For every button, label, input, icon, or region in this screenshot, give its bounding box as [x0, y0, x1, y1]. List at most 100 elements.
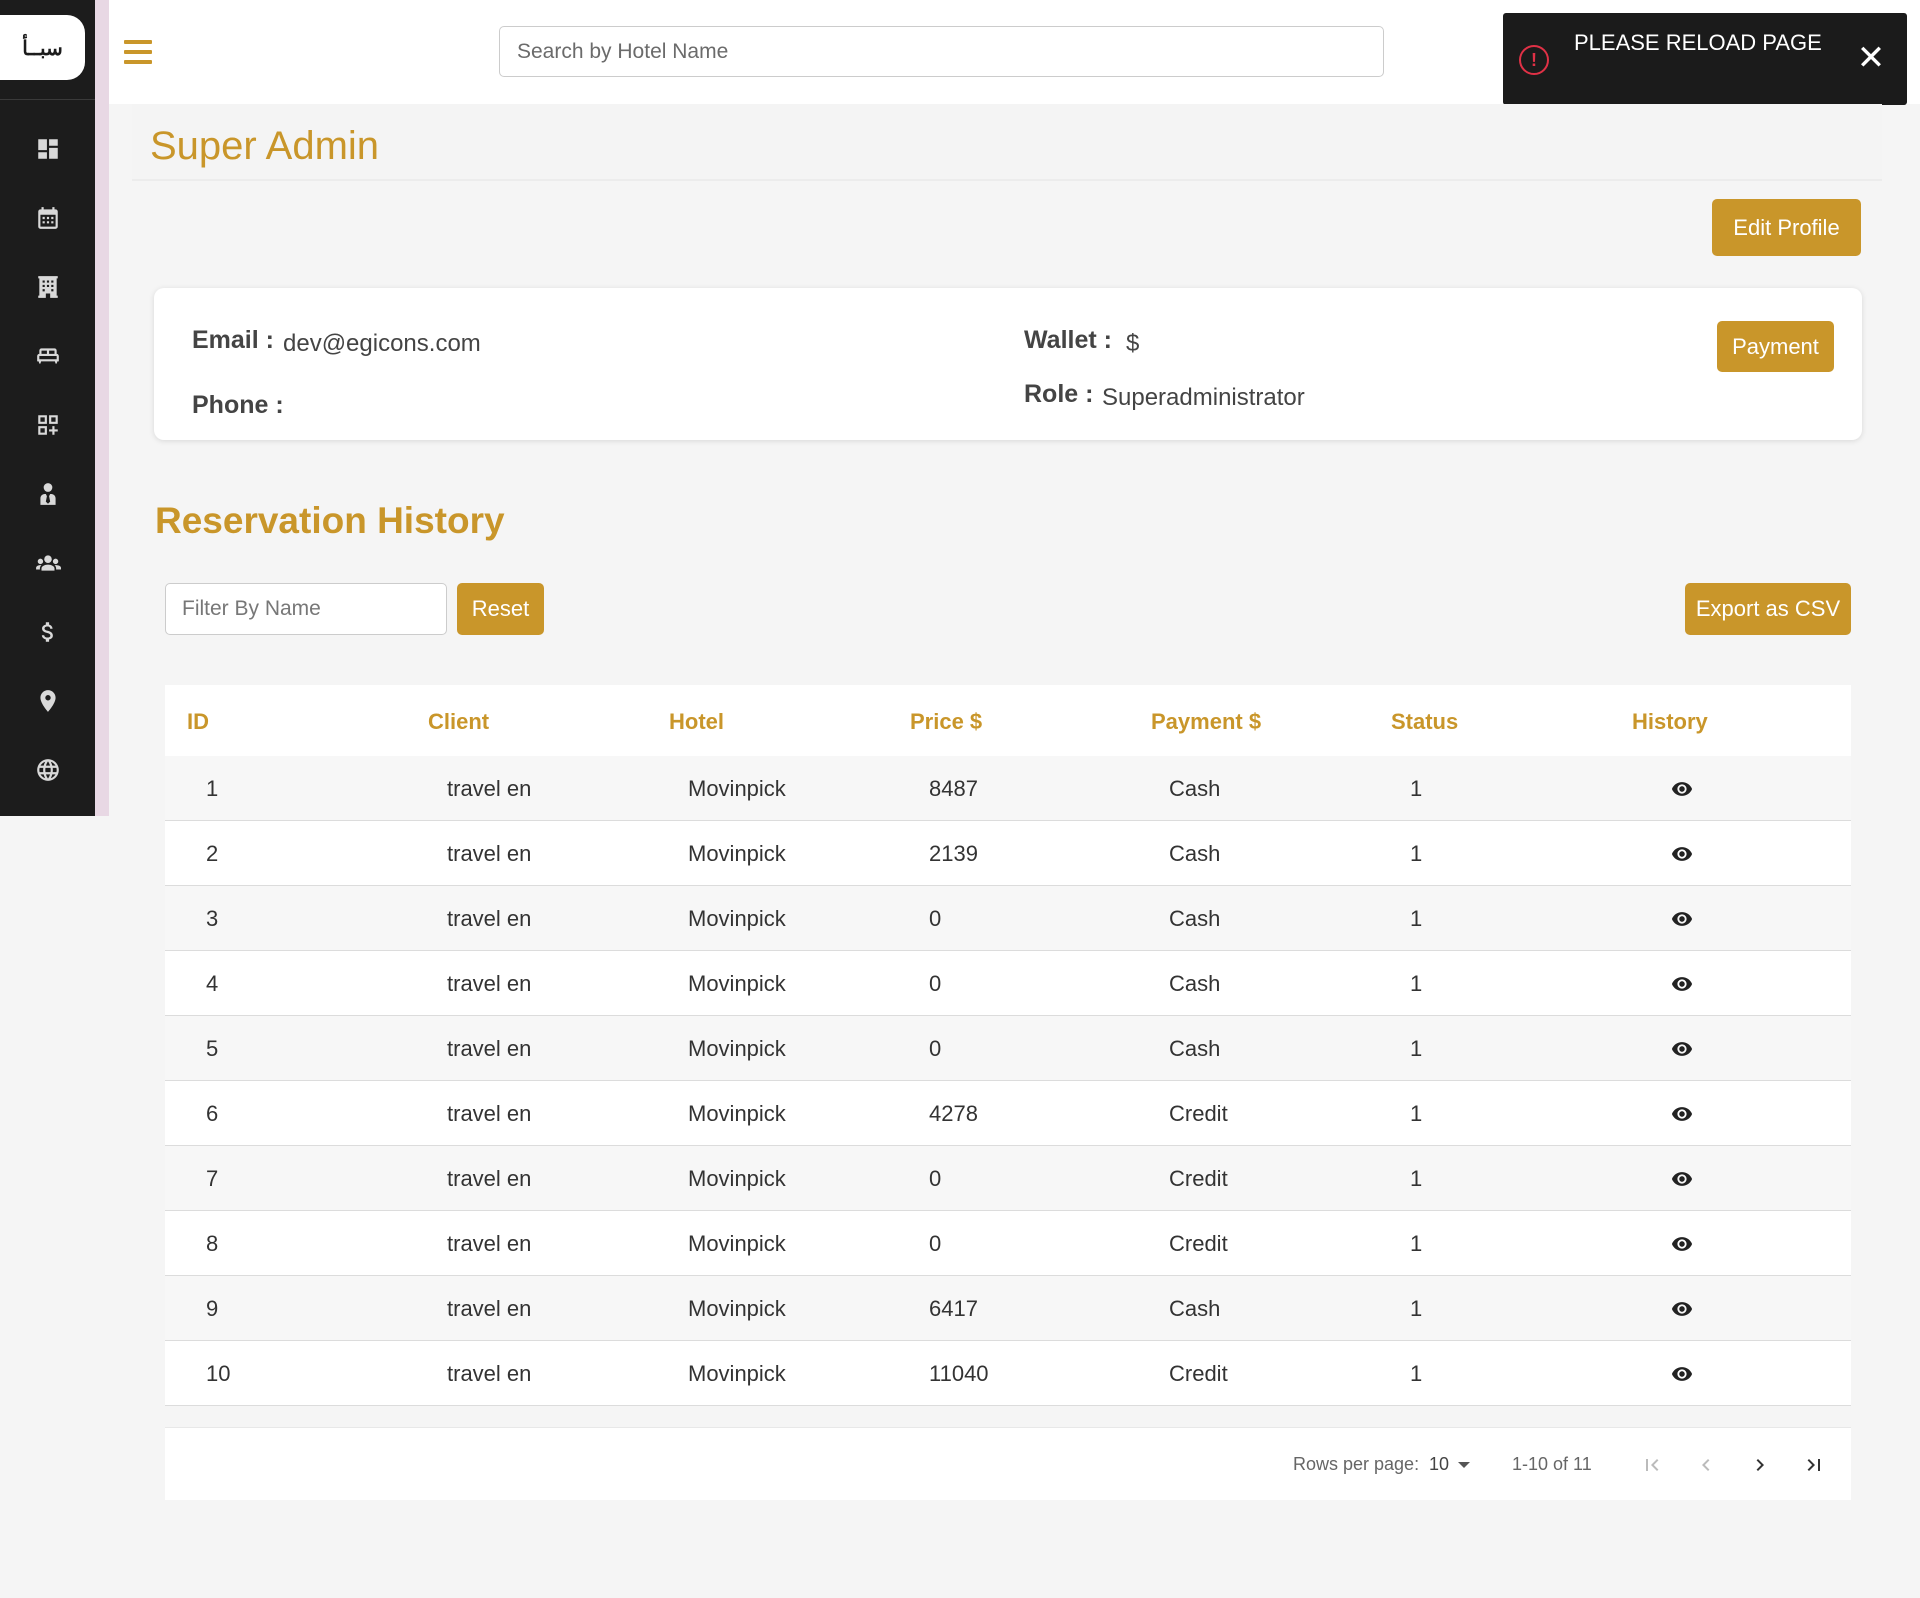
cell-id: 2 [206, 841, 219, 866]
first-page-icon [1646, 1459, 1659, 1471]
cell-status: 1 [1410, 1036, 1423, 1061]
sidebar-divider [0, 99, 95, 100]
column-header-payment[interactable]: Payment $ [1151, 709, 1261, 735]
cell-id: 9 [206, 1296, 219, 1321]
eye-icon[interactable] [1671, 908, 1693, 930]
edit-profile-button[interactable]: Edit Profile [1712, 199, 1861, 256]
cell-payment: Cash [1169, 1036, 1221, 1061]
eye-icon[interactable] [1671, 778, 1693, 800]
cell-price: 2139 [929, 841, 978, 866]
column-header-hotel[interactable]: Hotel [669, 709, 724, 735]
cell-status: 1 [1410, 906, 1423, 931]
payment-button[interactable]: Payment [1717, 321, 1834, 372]
cell-hotel: Movinpick [688, 971, 786, 996]
previous-page-button[interactable] [1691, 1450, 1721, 1480]
table-row[interactable]: 9 travel en Movinpick 6417 Cash 1 [165, 1276, 1851, 1341]
phone-label: Phone : [192, 391, 284, 419]
eye-icon[interactable] [1671, 1038, 1693, 1060]
cell-client: travel en [447, 1036, 532, 1061]
filter-by-name-input[interactable] [165, 583, 447, 635]
cell-hotel: Movinpick [688, 1101, 786, 1126]
dashboard-icon [37, 139, 58, 159]
cell-hotel: Movinpick [688, 776, 786, 801]
eye-icon[interactable] [1671, 1233, 1693, 1255]
sidebar-item-locations[interactable] [0, 671, 95, 731]
eye-icon[interactable] [1671, 843, 1693, 865]
cell-hotel: Movinpick [688, 1036, 786, 1061]
brand-logo[interactable]: سبــأ [0, 15, 85, 80]
column-header-price[interactable]: Price $ [910, 709, 982, 735]
toast-message: PLEASE RELOAD PAGE [1574, 30, 1822, 55]
table-row[interactable]: 2 travel en Movinpick 2139 Cash 1 [165, 821, 1851, 886]
cell-id: 1 [206, 776, 219, 801]
cell-price: 0 [929, 1036, 942, 1061]
rows-per-page-select[interactable]: 10 [1429, 1454, 1471, 1475]
close-icon[interactable]: ✕ [1853, 41, 1889, 77]
table-row[interactable]: 7 travel en Movinpick 0 Credit 1 [165, 1146, 1851, 1211]
dollar-icon [41, 622, 53, 642]
table-row[interactable]: 6 travel en Movinpick 4278 Credit 1 [165, 1081, 1851, 1146]
cell-client: travel en [447, 1166, 532, 1191]
sidebar-item-calendar[interactable] [0, 188, 95, 248]
cell-payment: Credit [1169, 1231, 1228, 1256]
cell-status: 1 [1410, 1296, 1423, 1321]
sidebar-item-languages[interactable] [0, 740, 95, 800]
table-row[interactable]: 5 travel en Movinpick 0 Cash 1 [165, 1016, 1851, 1081]
sidebar-item-widgets[interactable] [0, 395, 95, 455]
column-header-id[interactable]: ID [187, 709, 209, 735]
last-page-button[interactable] [1799, 1450, 1829, 1480]
eye-icon[interactable] [1671, 1103, 1693, 1125]
table-row[interactable]: 1 travel en Movinpick 8487 Cash 1 [165, 756, 1851, 821]
cell-id: 3 [206, 906, 219, 931]
cell-id: 5 [206, 1036, 219, 1061]
cell-hotel: Movinpick [688, 1296, 786, 1321]
sidebar-item-dashboard[interactable] [0, 119, 95, 179]
cell-hotel: Movinpick [688, 906, 786, 931]
sidebar-item-rooms[interactable] [0, 326, 95, 386]
cell-price: 6417 [929, 1296, 978, 1321]
cell-client: travel en [447, 1101, 532, 1126]
reservation-history-title: Reservation History [155, 500, 505, 541]
table-row[interactable]: 10 travel en Movinpick 11040 Credit 1 [165, 1341, 1851, 1406]
alert-icon: ! [1519, 45, 1549, 75]
sidebar-item-users[interactable] [0, 533, 95, 593]
email-label: Email : [192, 326, 274, 354]
cell-client: travel en [447, 971, 532, 996]
role-label: Role : [1024, 380, 1094, 408]
cell-payment: Cash [1169, 776, 1221, 801]
cell-client: travel en [447, 776, 532, 801]
eye-icon[interactable] [1671, 1298, 1693, 1320]
chevron-right-icon [1756, 1459, 1764, 1471]
sidebar-item-finance[interactable] [0, 602, 95, 662]
cell-status: 1 [1410, 1166, 1423, 1191]
menu-toggle-icon[interactable] [124, 40, 152, 64]
column-header-client[interactable]: Client [428, 709, 489, 735]
cell-hotel: Movinpick [688, 1361, 786, 1386]
cell-status: 1 [1410, 971, 1423, 996]
email-value: dev@egicons.com [283, 330, 481, 357]
widgets-icon [37, 415, 58, 435]
column-header-history[interactable]: History [1632, 709, 1708, 735]
export-csv-button[interactable]: Export as CSV [1685, 583, 1851, 635]
cell-id: 6 [206, 1101, 219, 1126]
next-page-button[interactable] [1745, 1450, 1775, 1480]
cell-client: travel en [447, 1231, 532, 1256]
sidebar-item-staff[interactable] [0, 464, 95, 524]
reset-button[interactable]: Reset [457, 583, 544, 635]
cell-payment: Credit [1169, 1166, 1228, 1191]
cell-payment: Cash [1169, 1296, 1221, 1321]
globe-icon [36, 759, 59, 781]
eye-icon[interactable] [1671, 1363, 1693, 1385]
table-row[interactable]: 3 travel en Movinpick 0 Cash 1 [165, 886, 1851, 951]
rows-per-page-value: 10 [1429, 1454, 1450, 1474]
column-header-status[interactable]: Status [1391, 709, 1458, 735]
table-row[interactable]: 4 travel en Movinpick 0 Cash 1 [165, 951, 1851, 1016]
first-page-button[interactable] [1637, 1450, 1667, 1480]
rows-per-page-label: Rows per page: [1293, 1454, 1420, 1474]
table-row[interactable]: 8 travel en Movinpick 0 Credit 1 [165, 1211, 1851, 1276]
eye-icon[interactable] [1671, 973, 1693, 995]
hotel-search-input[interactable] [499, 26, 1384, 77]
eye-icon[interactable] [1671, 1168, 1693, 1190]
sidebar-item-hotels[interactable] [0, 257, 95, 317]
profile-card: Email : dev@egicons.com Phone : Wallet :… [154, 288, 1862, 440]
